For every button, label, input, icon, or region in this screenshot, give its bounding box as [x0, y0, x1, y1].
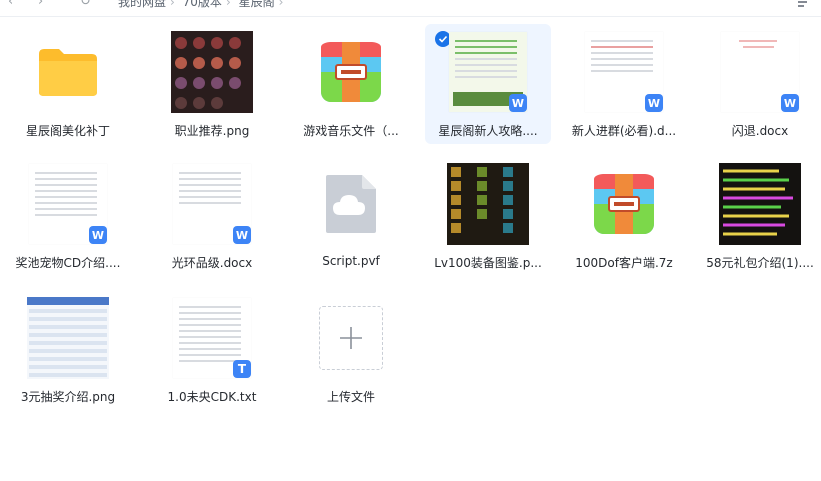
image-thumbnail	[27, 297, 109, 379]
file-item-txt[interactable]: T 1.0未央CDK.txt	[149, 290, 275, 410]
file-item-docx[interactable]: W 奖池宠物CD介绍....	[5, 156, 131, 276]
doc-thumb: W	[719, 31, 801, 113]
file-name: Script.pvf	[322, 254, 380, 268]
file-name: 星辰阁新人攻略....	[438, 124, 538, 138]
file-name: 58元礼包介绍(1)....	[706, 256, 814, 270]
doc-thumb: W	[583, 31, 665, 113]
cloud-thumb	[310, 163, 392, 245]
doc-thumb: W	[447, 31, 529, 113]
archive-icon	[594, 174, 654, 234]
doc-thumb: W	[171, 163, 253, 245]
word-icon: W	[233, 226, 251, 244]
breadcrumb: 我的网盘 › 70版本 › 星辰阁 ›	[118, 0, 287, 10]
folder-icon	[39, 49, 97, 96]
image-thumbnail	[447, 163, 529, 245]
file-item-archive[interactable]: 100Dof客户端.7z	[561, 156, 687, 276]
upload-box[interactable]	[319, 306, 383, 370]
archive-thumb	[583, 163, 665, 245]
breadcrumb-item[interactable]: 星辰阁	[239, 0, 275, 9]
file-name: 闪退.docx	[731, 124, 789, 138]
image-thumb	[719, 163, 801, 245]
image-thumbnail	[719, 163, 801, 245]
cloud-file-icon	[326, 175, 376, 233]
upload-thumb	[310, 297, 392, 379]
document-preview: W	[29, 164, 107, 244]
arrow-right-icon[interactable]: ›	[38, 0, 43, 9]
document-preview: W	[721, 32, 799, 112]
word-icon: W	[781, 94, 799, 112]
text-file-icon: T	[233, 360, 251, 378]
doc-thumb: W	[27, 163, 109, 245]
file-item-docx[interactable]: W 星辰阁新人攻略....	[425, 24, 551, 144]
folder-thumb	[27, 31, 109, 113]
file-name: 光环品级.docx	[171, 256, 253, 270]
image-thumbnail	[171, 31, 253, 113]
plus-icon	[340, 327, 362, 349]
file-item-unknown[interactable]: Script.pvf	[288, 156, 414, 276]
word-icon: W	[89, 226, 107, 244]
file-item-image[interactable]: 58元礼包介绍(1)....	[697, 156, 821, 276]
word-icon: W	[509, 94, 527, 112]
upload-label: 上传文件	[326, 390, 375, 404]
breadcrumb-item[interactable]: 70版本	[183, 0, 222, 9]
file-name: 职业推荐.png	[174, 124, 250, 138]
file-item-archive[interactable]: 游戏音乐文件（...	[288, 24, 414, 144]
file-item-folder[interactable]: 星辰阁美化补丁	[5, 24, 131, 144]
file-name: 新人进群(必看).d...	[571, 124, 677, 138]
doc-thumb: T	[171, 297, 253, 379]
archive-thumb	[310, 31, 392, 113]
file-item-image[interactable]: 3元抽奖介绍.png	[5, 290, 131, 410]
file-item-docx[interactable]: W 新人进群(必看).d...	[561, 24, 687, 144]
file-item-docx[interactable]: W 光环品级.docx	[149, 156, 275, 276]
document-preview: W	[173, 164, 251, 244]
file-name: Lv100装备图鉴.p...	[434, 256, 542, 270]
file-name: 奖池宠物CD介绍....	[15, 256, 121, 270]
file-name: 1.0未央CDK.txt	[167, 390, 257, 404]
file-item-image[interactable]: Lv100装备图鉴.p...	[425, 156, 551, 276]
image-thumb	[171, 31, 253, 113]
image-thumb	[447, 163, 529, 245]
file-item-image[interactable]: 职业推荐.png	[149, 24, 275, 144]
document-preview: W	[585, 32, 663, 112]
file-name: 100Dof客户端.7z	[575, 256, 673, 270]
chevron-right-icon: ›	[278, 0, 284, 9]
file-name: 游戏音乐文件（...	[303, 124, 399, 138]
breadcrumb-item[interactable]: 我的网盘	[118, 0, 166, 9]
word-icon: W	[645, 94, 663, 112]
file-name: 3元抽奖介绍.png	[20, 390, 116, 404]
refresh-icon[interactable]: ↻	[80, 0, 91, 9]
arrow-left-icon[interactable]: ‹	[8, 0, 13, 9]
chevron-right-icon: ›	[170, 0, 175, 9]
chevron-right-icon: ›	[225, 0, 231, 9]
upload-file-button[interactable]: 上传文件	[288, 290, 414, 410]
file-name: 星辰阁美化补丁	[25, 124, 110, 138]
archive-icon	[321, 42, 381, 102]
image-thumb	[27, 297, 109, 379]
document-preview: T	[173, 298, 251, 378]
file-item-docx[interactable]: W 闪退.docx	[697, 24, 821, 144]
document-preview: W	[449, 32, 527, 112]
sort-icon[interactable]	[797, 0, 811, 9]
toolbar: ‹ › ↻ 我的网盘 › 70版本 › 星辰阁 ›	[0, 0, 821, 17]
